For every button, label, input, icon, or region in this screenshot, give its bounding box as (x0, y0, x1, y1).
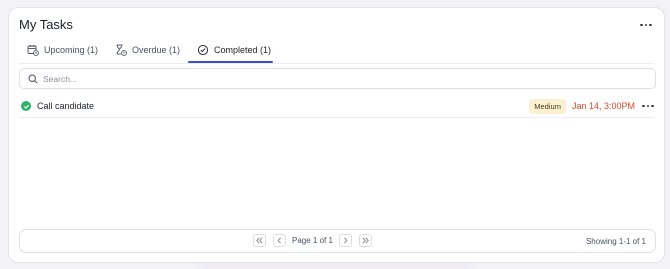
pagination-bar: Page 1 of 1 Showing 1-1 of 1 (19, 229, 656, 253)
background-glow (200, 262, 470, 269)
tab-upcoming-label: Upcoming (1) (44, 45, 99, 55)
completed-check-icon (21, 101, 31, 111)
more-options-button[interactable] (638, 18, 654, 32)
dot-icon (651, 104, 654, 108)
task-tabs: Upcoming (1) Overdue (1) Completed (1) (19, 38, 273, 63)
dot-icon (646, 104, 650, 108)
search-field[interactable] (19, 68, 656, 89)
dot-icon (649, 23, 652, 27)
page-title: My Tasks (19, 17, 73, 32)
task-row[interactable]: Call candidate Medium Jan 14, 3:00PM (19, 95, 654, 118)
previous-page-button[interactable] (273, 234, 286, 247)
double-chevron-left-icon (256, 237, 263, 244)
my-tasks-card: My Tasks Upcoming (1) Overdue (1) Comple… (8, 7, 665, 263)
due-date: Jan 14, 3:00PM (571, 101, 635, 111)
task-more-options-button[interactable] (642, 101, 654, 111)
tab-upcoming[interactable]: Upcoming (1) (19, 38, 107, 62)
tab-completed[interactable]: Completed (1) (188, 38, 273, 63)
results-count: Showing 1-1 of 1 (585, 237, 646, 246)
last-page-button[interactable] (358, 234, 372, 247)
task-meta: Medium Jan 14, 3:00PM (529, 98, 654, 114)
chevron-left-icon (277, 237, 281, 244)
tab-completed-label: Completed (1) (214, 45, 272, 55)
dot-icon (642, 104, 645, 108)
dot-icon (640, 23, 643, 27)
tabs-divider (19, 63, 654, 64)
page-info: Page 1 of 1 (292, 236, 333, 245)
dot-icon (644, 23, 648, 27)
tab-overdue-label: Overdue (1) (132, 45, 181, 55)
tab-overdue[interactable]: Overdue (1) (107, 38, 188, 62)
chevron-right-icon (343, 237, 348, 244)
next-page-button[interactable] (338, 234, 352, 247)
task-name: Call candidate (37, 101, 95, 111)
check-circle-icon (197, 44, 209, 56)
pagination-controls: Page 1 of 1 (253, 234, 372, 247)
first-page-button[interactable] (253, 234, 266, 247)
priority-badge: Medium (529, 98, 566, 114)
search-icon (28, 73, 38, 84)
search-input[interactable] (43, 73, 623, 84)
calendar-clock-icon (27, 44, 39, 56)
double-chevron-right-icon (362, 237, 369, 244)
hourglass-alert-icon (115, 44, 127, 56)
